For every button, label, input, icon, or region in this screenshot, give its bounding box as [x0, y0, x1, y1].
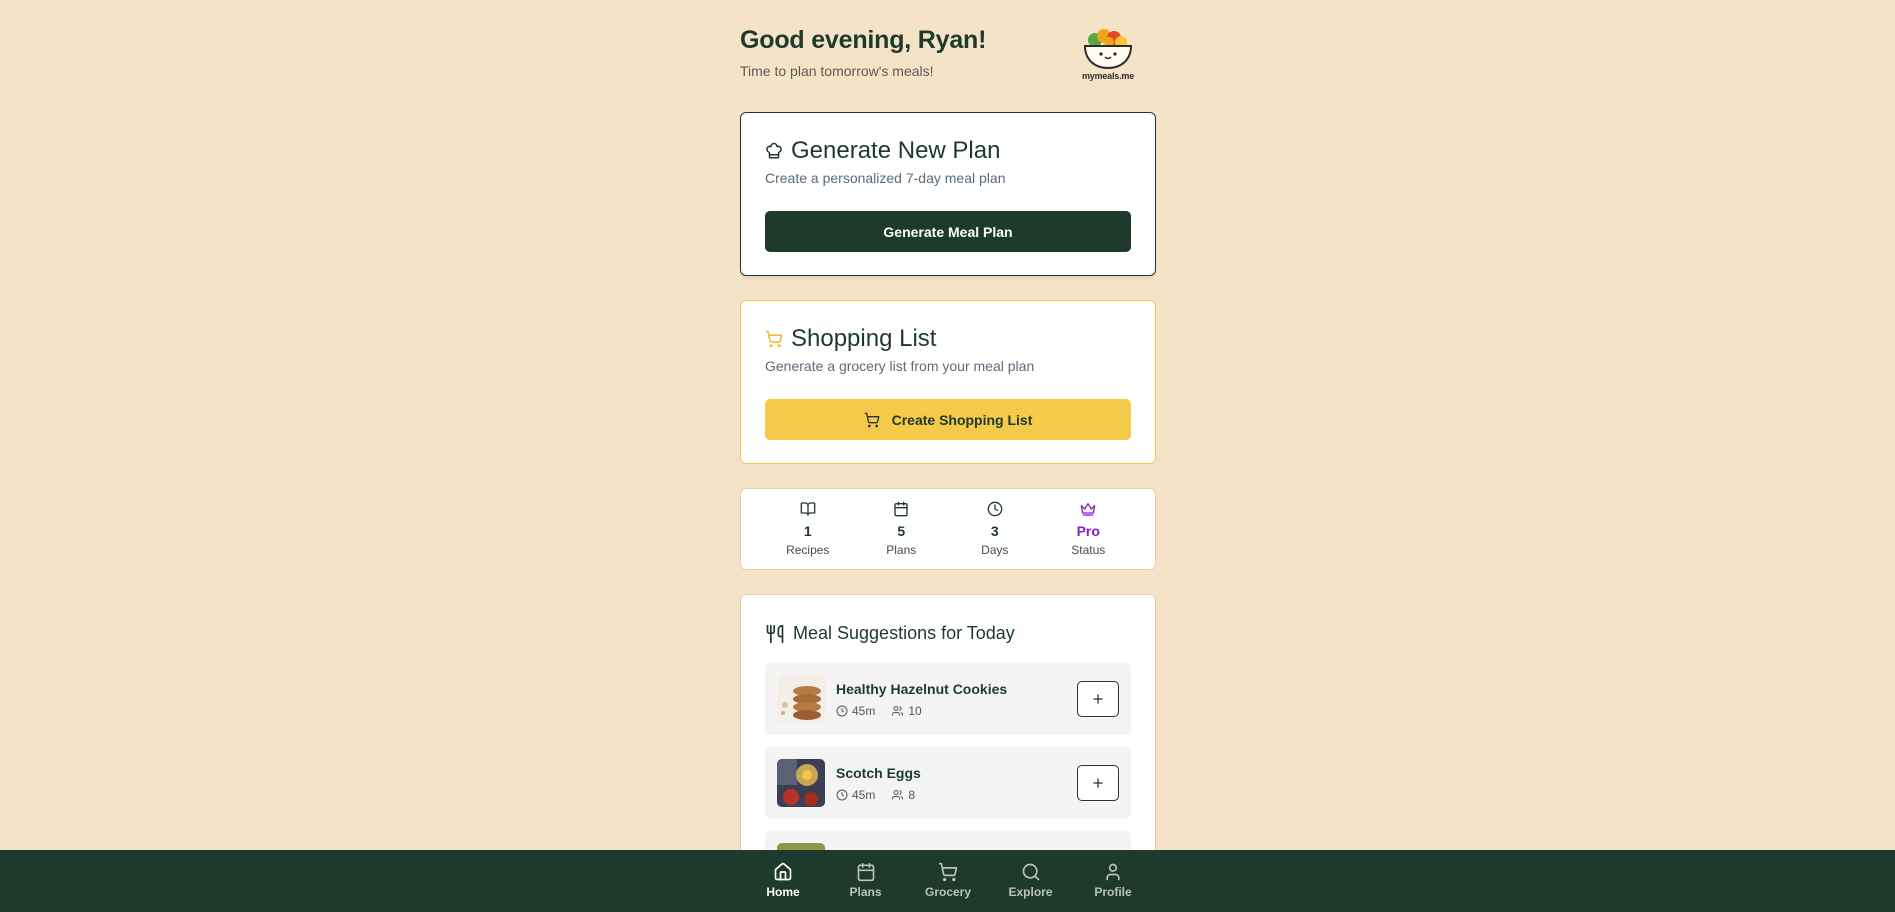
- crown-icon: [1080, 503, 1096, 516]
- clock-icon: [836, 705, 848, 717]
- nav-grocery[interactable]: Grocery: [915, 850, 981, 912]
- chef-hat-icon: [766, 142, 782, 159]
- meal-suggestions-card: Meal Suggestions for Today Healthy Hazel…: [740, 594, 1156, 850]
- scotch-eggs-image: [777, 759, 825, 807]
- stats-bar: 1 Recipes 5 Plans 3 Days Pro Status: [740, 488, 1156, 570]
- stat-label: Plans: [886, 543, 917, 557]
- create-shopping-list-button-label: Create Shopping List: [891, 411, 1033, 428]
- greeting-title: Good evening, Ryan!: [740, 26, 987, 54]
- meal-name: Healthy Hazelnut Cookies: [836, 681, 1008, 697]
- nav-label: Explore: [1008, 885, 1053, 899]
- stat-value: 1: [803, 523, 812, 539]
- cart-icon: [765, 330, 783, 348]
- nav-explore[interactable]: Explore: [998, 850, 1064, 912]
- stat-label: Recipes: [786, 543, 830, 557]
- plus-icon: [1093, 694, 1103, 704]
- main-column: Good evening, Ryan! Time to plan tomorro…: [740, 0, 1156, 850]
- meal-thumbnail: [777, 675, 825, 723]
- stat-label: Status: [1071, 543, 1106, 557]
- add-meal-button[interactable]: [1077, 681, 1119, 717]
- bottom-nav: Home Plans Grocery Explore Profile: [0, 850, 1895, 912]
- plus-icon: [1093, 778, 1103, 788]
- cookies-image: [777, 675, 825, 723]
- nav-plans[interactable]: Plans: [833, 850, 899, 912]
- search-icon: [1022, 863, 1039, 881]
- meal-name: Scotch Eggs: [836, 765, 921, 781]
- salad-bowl-icon: [1083, 29, 1133, 70]
- meal-thumbnail: [777, 759, 825, 807]
- stat-value: Pro: [1076, 523, 1100, 539]
- stat-plans[interactable]: 5 Plans: [871, 489, 931, 569]
- meal-image: [777, 843, 825, 850]
- meal-servings: 10: [908, 704, 922, 718]
- generate-meal-plan-button-label: Generate Meal Plan: [883, 223, 1013, 240]
- generate-meal-plan-button[interactable]: Generate Meal Plan: [765, 211, 1131, 252]
- generate-plan-title: Generate New Plan: [791, 137, 1001, 164]
- stat-label: Days: [981, 543, 1009, 557]
- shopping-list-title: Shopping List: [791, 325, 937, 352]
- app-logo[interactable]: mymeals.me: [1078, 28, 1138, 81]
- users-icon: [892, 790, 904, 800]
- meal-meta: 45m 10: [836, 704, 922, 718]
- cart-icon: [864, 412, 879, 427]
- bottom-nav-items: Home Plans Grocery Explore Profile: [740, 850, 1156, 912]
- meal-suggestions-title-row: Meal Suggestions for Today: [765, 623, 1015, 644]
- clock-icon: [836, 789, 848, 801]
- meal-suggestion-item[interactable]: Scotch Eggs 45m 8: [765, 747, 1131, 819]
- meal-suggestion-item[interactable]: [765, 831, 1131, 850]
- stat-value: 5: [897, 523, 906, 539]
- create-shopping-list-button[interactable]: Create Shopping List: [765, 399, 1131, 440]
- calendar-icon: [857, 862, 874, 882]
- stat-value: 3: [990, 523, 999, 539]
- stat-days[interactable]: 3 Days: [965, 489, 1025, 569]
- stat-recipes[interactable]: 1 Recipes: [778, 489, 838, 569]
- home-icon: [774, 862, 792, 881]
- meal-suggestions-title: Meal Suggestions for Today: [793, 623, 1015, 643]
- meal-time: 45m: [852, 704, 876, 718]
- shopping-list-card: Shopping List Generate a grocery list fr…: [740, 300, 1156, 464]
- book-icon: [800, 502, 816, 516]
- clock-icon: [987, 501, 1003, 517]
- add-meal-button[interactable]: [1077, 765, 1119, 801]
- nav-profile[interactable]: Profile: [1080, 850, 1146, 912]
- generate-plan-title-row: Generate New Plan: [765, 137, 1000, 165]
- cart-icon: [938, 862, 958, 882]
- generate-plan-card: Generate New Plan Create a personalized …: [740, 112, 1156, 276]
- shopping-list-subtitle: Generate a grocery list from your meal p…: [765, 358, 1035, 374]
- logo-text: mymeals.me: [1081, 71, 1135, 81]
- calendar-icon: [894, 501, 908, 517]
- nav-label: Home: [766, 885, 800, 899]
- greeting-subtitle: Time to plan tomorrow's meals!: [740, 63, 934, 79]
- greeting-block: Good evening, Ryan! Time to plan tomorro…: [740, 26, 986, 79]
- utensils-icon: [766, 624, 784, 643]
- meal-suggestion-item[interactable]: Healthy Hazelnut Cookies 45m 10: [765, 663, 1131, 735]
- nav-home[interactable]: Home: [750, 850, 816, 912]
- shopping-list-title-row: Shopping List: [765, 325, 936, 353]
- meal-time: 45m: [852, 788, 876, 802]
- users-icon: [892, 706, 904, 716]
- nav-label: Profile: [1094, 885, 1132, 899]
- meal-thumbnail: [777, 843, 825, 850]
- user-icon: [1106, 863, 1120, 881]
- nav-label: Grocery: [924, 885, 972, 899]
- stat-status[interactable]: Pro Status: [1058, 489, 1118, 569]
- nav-label: Plans: [849, 885, 882, 899]
- generate-plan-subtitle: Create a personalized 7-day meal plan: [765, 170, 1006, 186]
- meal-meta: 45m 8: [836, 788, 915, 802]
- meal-servings: 8: [908, 788, 916, 802]
